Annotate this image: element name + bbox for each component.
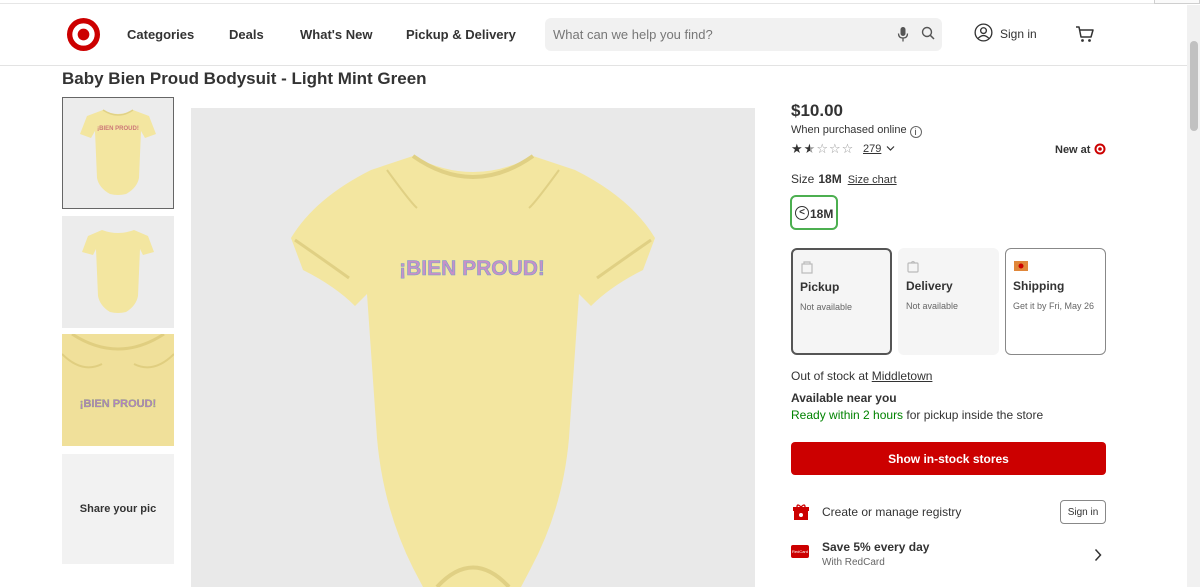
delivery-status: Not available <box>906 301 959 311</box>
redcard-icon: RedCard <box>791 545 809 558</box>
star-rating[interactable]: ★★☆☆☆ <box>791 141 854 157</box>
nav-pickup-delivery[interactable]: Pickup & Delivery <box>406 27 516 42</box>
ready-rest: for pickup inside the store <box>906 408 1044 422</box>
thumbnail-closeup[interactable]: ¡BIEN PROUD! <box>62 334 174 446</box>
scrollbar-thumb[interactable] <box>1190 41 1198 131</box>
main-product-image[interactable]: ¡BIEN PROUD! <box>191 108 755 587</box>
store-pickup-icon <box>801 261 813 274</box>
target-logo[interactable] <box>66 17 101 52</box>
info-icon[interactable]: i <box>909 126 922 138</box>
product-title: Baby Bien Proud Bodysuit - Light Mint Gr… <box>62 69 427 88</box>
back-arrow-icon: < <box>795 206 809 220</box>
size-chart-link[interactable]: Size chart <box>848 174 897 186</box>
fulfillment-delivery[interactable]: Delivery Not available <box>898 248 999 355</box>
out-of-stock-text: Out of stock at Middletown <box>791 369 932 383</box>
new-at-badge: New at <box>1055 143 1106 156</box>
target-bullseye-icon <box>1094 143 1106 155</box>
star-empty-icon: ☆☆☆ <box>816 141 855 156</box>
cart-icon[interactable] <box>1075 25 1095 43</box>
chevron-right-icon <box>1094 548 1102 562</box>
nav-whats-new[interactable]: What's New <box>300 27 372 42</box>
account-icon <box>974 23 993 42</box>
review-count-link[interactable]: 279 <box>863 143 881 155</box>
shipping-box-icon <box>1014 261 1028 271</box>
size-selector-label: Size 18M Size chart <box>791 172 897 186</box>
size-option-label: 18M <box>810 207 834 221</box>
fulfillment-pickup[interactable]: Pickup Not available <box>791 248 892 355</box>
page-scrollbar[interactable] <box>1187 5 1200 587</box>
nav-deals[interactable]: Deals <box>229 27 264 42</box>
delivery-title: Delivery <box>906 279 953 293</box>
pickup-ready-text: Ready within 2 hours for pickup inside t… <box>791 408 1043 422</box>
gift-icon <box>793 504 809 520</box>
shipping-status: Get it by Fri, May 26 <box>1013 301 1095 311</box>
star-full-icon: ★ <box>791 141 804 156</box>
shipping-title: Shipping <box>1013 279 1065 293</box>
new-at-label: New at <box>1055 144 1091 156</box>
share-your-pic-tile[interactable]: Share your pic <box>62 454 174 564</box>
bodysuit-front-thumb-image: ¡BIEN PROUD! <box>80 109 156 195</box>
price-note-text: When purchased online <box>791 124 907 136</box>
bodysuit-back-thumb-image <box>82 230 154 313</box>
bodysuit-main-image: ¡BIEN PROUD! <box>191 108 755 587</box>
ready-time: Ready within 2 hours <box>791 408 904 422</box>
available-near-heading: Available near you <box>791 391 897 405</box>
search-icon[interactable] <box>921 26 935 40</box>
delivery-bag-icon <box>907 260 919 273</box>
redcard-row[interactable]: RedCard Save 5% every day With RedCard <box>791 539 1106 573</box>
sign-in-label: Sign in <box>1000 27 1037 41</box>
redcard-title: Save 5% every day <box>822 540 930 554</box>
browser-top-edge <box>0 0 1200 4</box>
redcard-subtitle: With RedCard <box>822 557 885 568</box>
pickup-title: Pickup <box>800 280 840 294</box>
size-value: 18M <box>818 172 842 186</box>
pickup-status: Not available <box>800 302 853 312</box>
registry-label[interactable]: Create or manage registry <box>822 505 961 519</box>
registry-sign-in-button[interactable]: Sign in <box>1060 500 1106 524</box>
chevron-down-icon[interactable] <box>886 145 895 152</box>
fulfillment-shipping[interactable]: Shipping Get it by Fri, May 26 <box>1005 248 1106 355</box>
nav-categories[interactable]: Categories <box>127 27 194 42</box>
thumbnail-back[interactable] <box>62 216 174 328</box>
product-price: $10.00 <box>791 101 843 120</box>
browser-tab-stub <box>1154 0 1200 4</box>
size-label: Size <box>791 172 815 186</box>
size-option-button[interactable]: < 18M <box>790 195 838 230</box>
site-header: Categories Deals What's New Pickup & Del… <box>0 5 1187 66</box>
bodysuit-closeup-thumb-image: ¡BIEN PROUD! <box>62 334 174 446</box>
store-link[interactable]: Middletown <box>872 369 933 383</box>
star-half-icon: ★ <box>803 141 817 156</box>
search-input[interactable] <box>553 24 883 45</box>
search-bar <box>545 18 942 51</box>
main-graphic-text: ¡BIEN PROUD! <box>399 257 545 280</box>
thumbnail-front[interactable]: ¡BIEN PROUD! <box>62 97 174 209</box>
show-in-stock-stores-button[interactable]: Show in-stock stores <box>791 442 1106 475</box>
price-note: When purchased online i <box>791 124 922 138</box>
registry-row: Create or manage registry Sign in <box>791 500 1106 524</box>
out-of-stock-label: Out of stock at <box>791 369 869 383</box>
thumb-graphic-text: ¡BIEN PROUD! <box>97 126 139 132</box>
closeup-graphic-text: ¡BIEN PROUD! <box>80 398 156 410</box>
microphone-icon[interactable] <box>897 26 909 43</box>
